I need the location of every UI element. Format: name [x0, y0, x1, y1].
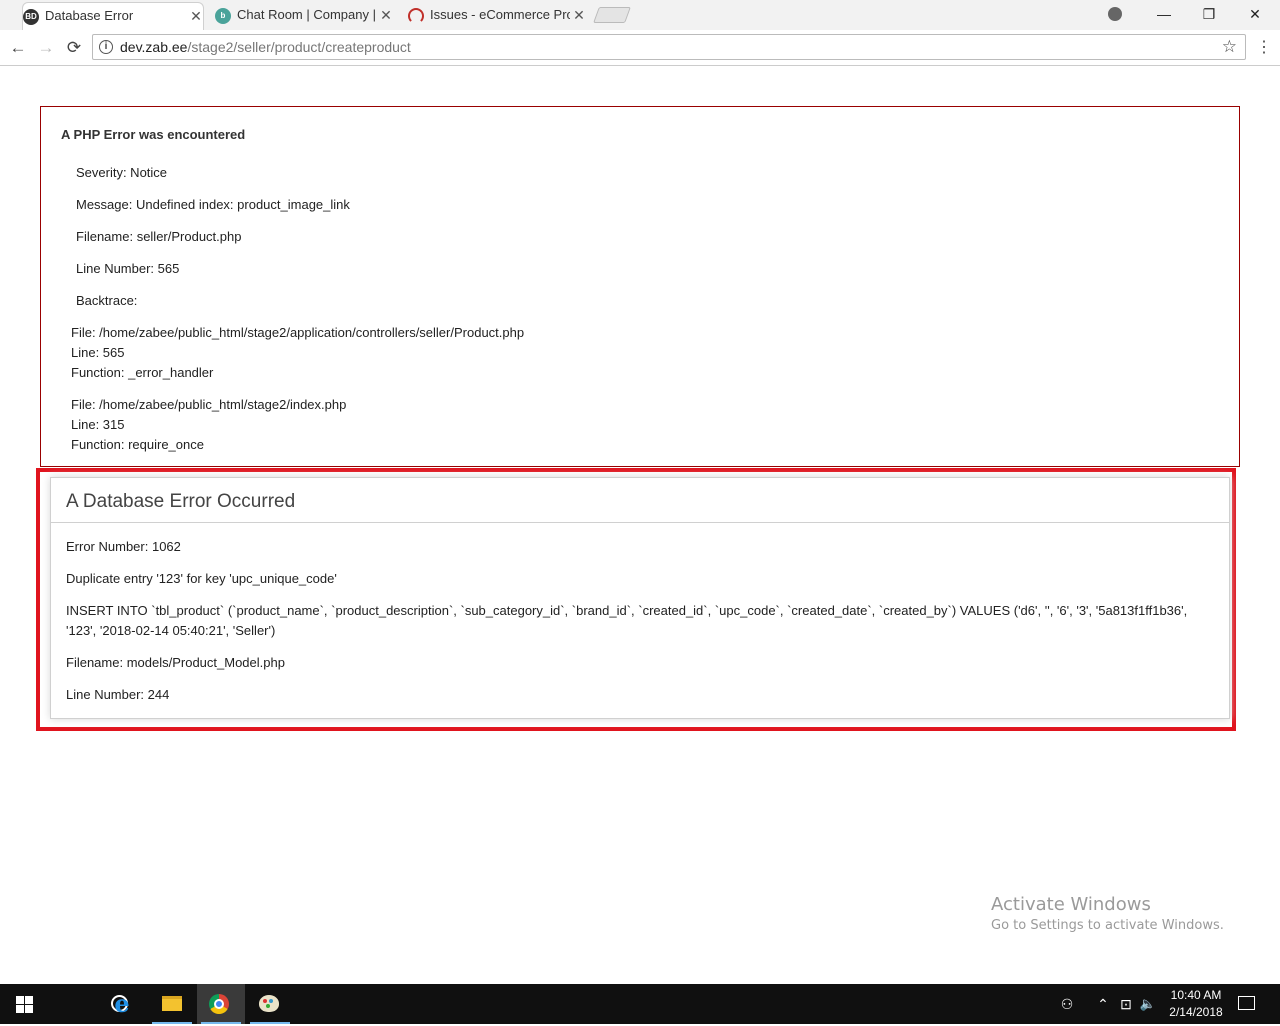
tab-close-icon[interactable]: ✕ — [189, 3, 203, 29]
url-text[interactable]: dev.zab.ee/stage2/seller/product/createp… — [120, 35, 411, 59]
bd-favicon-icon: BD — [23, 9, 39, 25]
tab-title: Chat Room | Company | B — [237, 7, 377, 22]
db-error-message: Duplicate entry '123' for key 'upc_uniqu… — [66, 571, 337, 586]
reload-icon[interactable]: ⟳ — [63, 37, 85, 59]
chrome-icon — [209, 994, 229, 1014]
paint-palette-icon — [259, 995, 279, 1012]
network-icon[interactable]: ⊡ — [1116, 984, 1136, 1024]
tab-title: Issues - eCommerce Proj — [430, 7, 570, 22]
new-tab-button[interactable] — [593, 7, 631, 23]
db-error-heading: A Database Error Occurred — [51, 478, 1229, 523]
trace-file: File: /home/zabee/public_html/stage2/ind… — [71, 397, 347, 412]
tab-strip: BD Database Error ✕ b Chat Room | Compan… — [0, 0, 1280, 30]
php-message: Message: Undefined index: product_image_… — [76, 197, 350, 212]
php-backtrace-label: Backtrace: — [76, 293, 138, 308]
page-content: A PHP Error was encountered Severity: No… — [0, 66, 1280, 984]
browser-toolbar: ← → ⟳ i dev.zab.ee/stage2/seller/product… — [0, 30, 1280, 66]
php-severity: Severity: Notice — [76, 165, 168, 180]
edge-icon: e — [114, 989, 130, 1018]
db-error-line-number: Line Number: 244 — [66, 687, 170, 702]
url-host: dev.zab.ee — [120, 39, 188, 55]
tab-close-icon[interactable]: ✕ — [379, 2, 393, 28]
tab-database-error[interactable]: BD Database Error ✕ — [22, 2, 204, 30]
restore-icon[interactable]: ❐ — [1186, 0, 1232, 30]
db-error-number: Error Number: 1062 — [66, 539, 181, 554]
tab-issues[interactable]: Issues - eCommerce Proj ✕ — [408, 2, 586, 30]
trace-file: File: /home/zabee/public_html/stage2/app… — [71, 325, 525, 340]
backtrace-entry: File: /home/zabee/public_html/stage2/ind… — [61, 395, 1239, 455]
edge-taskbar-button[interactable]: e — [98, 984, 146, 1024]
clock-date: 2/14/2018 — [1169, 1005, 1223, 1019]
php-error-box: A PHP Error was encountered Severity: No… — [40, 106, 1240, 467]
activate-windows-watermark: Activate Windows Go to Settings to activ… — [991, 894, 1224, 933]
file-explorer-taskbar-button[interactable] — [148, 984, 196, 1024]
watermark-title: Activate Windows — [991, 894, 1151, 915]
show-hidden-icons-chevron-icon[interactable]: ⌃ — [1094, 984, 1112, 1024]
url-path: /stage2/seller/product/createproduct — [187, 39, 411, 55]
chrome-taskbar-button[interactable] — [197, 984, 245, 1024]
watermark-subtitle: Go to Settings to activate Windows. — [991, 918, 1224, 933]
chat-favicon-icon: b — [215, 8, 231, 24]
close-window-icon[interactable]: ✕ — [1232, 0, 1278, 30]
redmine-favicon-icon — [408, 8, 424, 24]
people-icon[interactable]: ⚇ — [1056, 984, 1078, 1024]
folder-icon — [162, 996, 182, 1011]
start-button[interactable] — [0, 984, 48, 1024]
db-error-query: INSERT INTO `tbl_product` (`product_name… — [66, 603, 1188, 638]
minimize-icon[interactable]: — — [1141, 0, 1187, 30]
trace-line: Line: 315 — [71, 417, 125, 432]
forward-icon[interactable]: → — [35, 37, 57, 59]
tab-title: Database Error — [45, 8, 134, 23]
trace-function: Function: require_once — [71, 437, 204, 452]
site-info-icon[interactable]: i — [99, 40, 113, 54]
bookmark-star-icon[interactable]: ☆ — [1222, 37, 1237, 57]
profile-icon[interactable] — [1108, 7, 1122, 21]
trace-line: Line: 565 — [71, 345, 125, 360]
paint-taskbar-button[interactable] — [246, 984, 294, 1024]
tab-chat-room[interactable]: b Chat Room | Company | B ✕ — [215, 2, 393, 30]
backtrace-entry: File: /home/zabee/public_html/stage2/app… — [61, 323, 1239, 383]
cortana-button[interactable] — [48, 984, 128, 1024]
clock-time: 10:40 AM — [1170, 988, 1222, 1002]
trace-function: Function: _error_handler — [71, 365, 214, 380]
volume-muted-icon[interactable]: 🔈 — [1138, 984, 1158, 1024]
db-error-box: A Database Error Occurred Error Number: … — [50, 477, 1230, 719]
address-bar[interactable]: i dev.zab.ee/stage2/seller/product/creat… — [92, 34, 1246, 60]
action-center-icon[interactable] — [1238, 996, 1255, 1010]
windows-taskbar: e ⚇ ⌃ ⊡ 🔈 10:40 AM 2/14/2018 — [0, 984, 1280, 1024]
tab-close-icon[interactable]: ✕ — [572, 2, 586, 28]
php-line-number: Line Number: 565 — [76, 261, 180, 276]
php-filename: Filename: seller/Product.php — [76, 229, 242, 244]
php-error-heading: A PHP Error was encountered — [61, 127, 246, 142]
db-error-filename: Filename: models/Product_Model.php — [66, 655, 285, 670]
chrome-menu-icon[interactable]: ⋮ — [1256, 37, 1272, 59]
windows-logo-icon — [16, 996, 33, 1013]
back-icon[interactable]: ← — [7, 37, 29, 59]
taskbar-clock[interactable]: 10:40 AM 2/14/2018 — [1160, 987, 1232, 1021]
